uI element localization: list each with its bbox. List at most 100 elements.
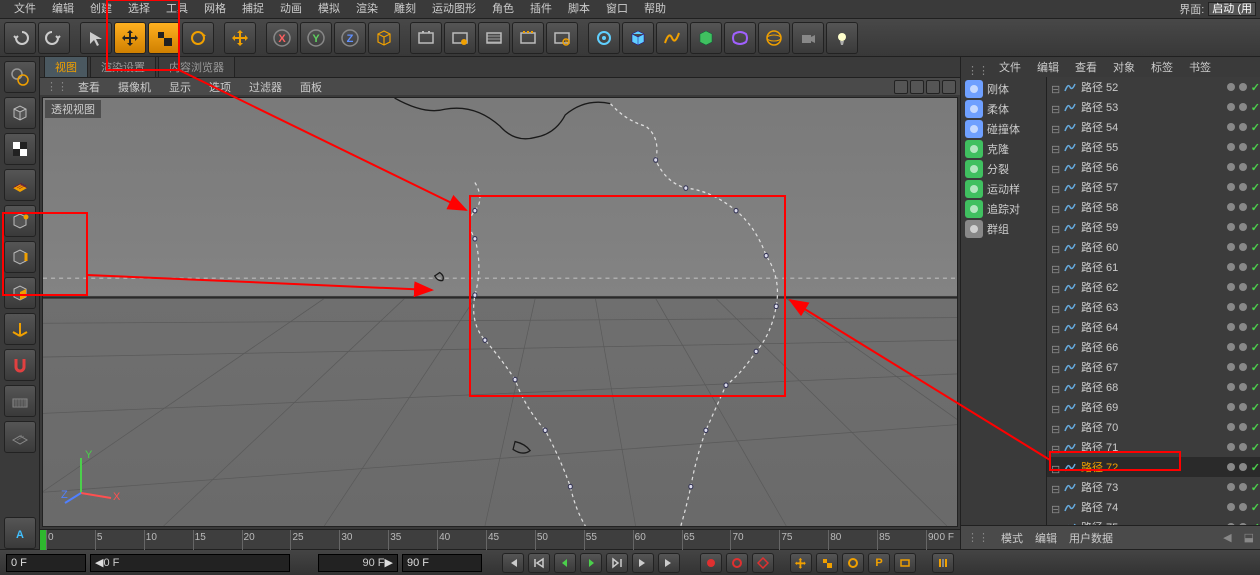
menu-item[interactable]: 编辑 [44, 0, 82, 19]
visibility-render-dot[interactable] [1239, 383, 1247, 391]
tag-item[interactable]: 碰撞体 [961, 119, 1046, 139]
view-nav-icon[interactable] [894, 80, 908, 94]
object-tree[interactable]: ⊟路径 52✓⊟路径 53✓⊟路径 54✓⊟路径 55✓⊟路径 56✓⊟路径 5… [1047, 77, 1260, 525]
object-row[interactable]: ⊟路径 74✓ [1047, 497, 1260, 517]
goto-start-button[interactable] [502, 553, 524, 573]
visibility-editor-dot[interactable] [1227, 123, 1235, 131]
tab-render-settings[interactable]: 渲染设置 [90, 56, 156, 77]
enable-checkmark-icon[interactable]: ✓ [1251, 301, 1260, 314]
om-menu-item[interactable]: 书签 [1183, 57, 1217, 77]
visibility-render-dot[interactable] [1239, 323, 1247, 331]
snap-settings-button[interactable] [4, 385, 36, 417]
snap-button[interactable] [4, 349, 36, 381]
visibility-render-dot[interactable] [1239, 503, 1247, 511]
tree-expander-icon[interactable]: ⊟ [1051, 143, 1059, 151]
spline-button[interactable] [656, 22, 688, 54]
object-row[interactable]: ⊟路径 60✓ [1047, 237, 1260, 257]
key-pla-button[interactable] [894, 553, 916, 573]
menu-item[interactable]: 网格 [196, 0, 234, 19]
frame-current-input[interactable]: ◀ 0 F [90, 554, 290, 572]
object-row[interactable]: ⊟路径 64✓ [1047, 317, 1260, 337]
enable-checkmark-icon[interactable]: ✓ [1251, 181, 1260, 194]
frame-range-end-input[interactable]: 90 F [402, 554, 482, 572]
visibility-render-dot[interactable] [1239, 203, 1247, 211]
workplane-snap-button[interactable] [4, 421, 36, 453]
enable-checkmark-icon[interactable]: ✓ [1251, 321, 1260, 334]
object-row[interactable]: ⊟路径 68✓ [1047, 377, 1260, 397]
rotate-tool-button[interactable] [182, 22, 214, 54]
tree-expander-icon[interactable]: ⊟ [1051, 203, 1059, 211]
light-button[interactable] [826, 22, 858, 54]
visibility-editor-dot[interactable] [1227, 203, 1235, 211]
next-key-button[interactable] [632, 553, 654, 573]
object-row[interactable]: ⊟路径 66✓ [1047, 337, 1260, 357]
coord-system-button[interactable] [368, 22, 400, 54]
menu-item[interactable]: 文件 [6, 0, 44, 19]
visibility-render-dot[interactable] [1239, 363, 1247, 371]
view-nav-icon[interactable] [942, 80, 956, 94]
visibility-render-dot[interactable] [1239, 183, 1247, 191]
prev-frame-button[interactable] [554, 553, 576, 573]
axis-y-button[interactable]: Y [300, 22, 332, 54]
tree-expander-icon[interactable]: ⊟ [1051, 83, 1059, 91]
polygon-mode-button[interactable] [4, 277, 36, 309]
tree-expander-icon[interactable]: ⊟ [1051, 123, 1059, 131]
menu-item[interactable]: 窗口 [598, 0, 636, 19]
visibility-editor-dot[interactable] [1227, 303, 1235, 311]
visibility-render-dot[interactable] [1239, 443, 1247, 451]
visibility-editor-dot[interactable] [1227, 343, 1235, 351]
object-row[interactable]: ⊟路径 57✓ [1047, 177, 1260, 197]
tag-item[interactable]: 群组 [961, 219, 1046, 239]
object-row[interactable]: ⊟路径 72✓ [1047, 457, 1260, 477]
autokey-button[interactable] [726, 553, 748, 573]
menu-item[interactable]: 角色 [484, 0, 522, 19]
visibility-render-dot[interactable] [1239, 403, 1247, 411]
menu-item[interactable]: 运动图形 [424, 0, 484, 19]
object-row[interactable]: ⊟路径 69✓ [1047, 397, 1260, 417]
tab-content-browser[interactable]: 内容浏览器 [158, 56, 235, 77]
key-param-button[interactable]: P [868, 553, 890, 573]
texture-mode-button[interactable] [4, 133, 36, 165]
enable-checkmark-icon[interactable]: ✓ [1251, 381, 1260, 394]
camera-button[interactable] [792, 22, 824, 54]
axis-z-button[interactable]: Z [334, 22, 366, 54]
prev-key-button[interactable] [528, 553, 550, 573]
visibility-editor-dot[interactable] [1227, 423, 1235, 431]
keyframe-sel-button[interactable] [752, 553, 774, 573]
menu-item[interactable]: 选择 [120, 0, 158, 19]
visibility-render-dot[interactable] [1239, 163, 1247, 171]
enable-checkmark-icon[interactable]: ✓ [1251, 101, 1260, 114]
attr-tab[interactable]: 编辑 [1035, 530, 1057, 546]
visibility-editor-dot[interactable] [1227, 143, 1235, 151]
visibility-editor-dot[interactable] [1227, 163, 1235, 171]
tag-item[interactable]: 克隆 [961, 139, 1046, 159]
tree-expander-icon[interactable]: ⊟ [1051, 343, 1059, 351]
enable-checkmark-icon[interactable]: ✓ [1251, 121, 1260, 134]
primitive-cube-button[interactable] [622, 22, 654, 54]
tag-item[interactable]: 刚体 [961, 79, 1046, 99]
enable-checkmark-icon[interactable]: ✓ [1251, 461, 1260, 474]
object-row[interactable]: ⊟路径 63✓ [1047, 297, 1260, 317]
record-button[interactable] [700, 553, 722, 573]
enable-checkmark-icon[interactable]: ✓ [1251, 501, 1260, 514]
axis-mode-button[interactable] [4, 313, 36, 345]
null-object-button[interactable] [588, 22, 620, 54]
object-row[interactable]: ⊟路径 58✓ [1047, 197, 1260, 217]
visibility-render-dot[interactable] [1239, 143, 1247, 151]
menu-item[interactable]: 模拟 [310, 0, 348, 19]
visibility-render-dot[interactable] [1239, 343, 1247, 351]
menu-item[interactable]: 动画 [272, 0, 310, 19]
make-editable-button[interactable] [4, 61, 36, 93]
enable-checkmark-icon[interactable]: ✓ [1251, 221, 1260, 234]
visibility-editor-dot[interactable] [1227, 383, 1235, 391]
om-menu-item[interactable]: 标签 [1145, 57, 1179, 77]
object-row[interactable]: ⊟路径 61✓ [1047, 257, 1260, 277]
enable-checkmark-icon[interactable]: ✓ [1251, 261, 1260, 274]
visibility-editor-dot[interactable] [1227, 83, 1235, 91]
object-row[interactable]: ⊟路径 75✓ [1047, 517, 1260, 525]
visibility-editor-dot[interactable] [1227, 503, 1235, 511]
edge-mode-button[interactable] [4, 241, 36, 273]
object-row[interactable]: ⊟路径 54✓ [1047, 117, 1260, 137]
visibility-render-dot[interactable] [1239, 463, 1247, 471]
tab-viewport[interactable]: 视图 [44, 56, 88, 77]
